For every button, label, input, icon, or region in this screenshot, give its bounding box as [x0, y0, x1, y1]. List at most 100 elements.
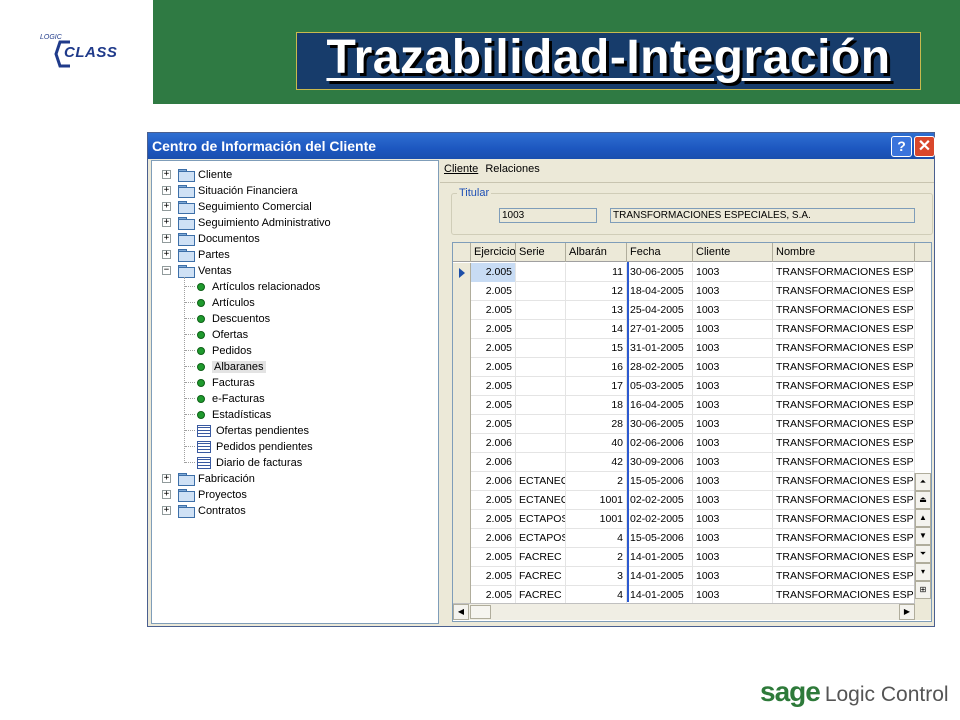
- table-cell[interactable]: 05-03-2005: [627, 377, 693, 396]
- table-cell[interactable]: 2.005: [471, 491, 516, 510]
- table-cell[interactable]: 1001: [566, 491, 627, 510]
- table-cell[interactable]: TRANSFORMACIONES ESPEC: [773, 434, 915, 453]
- table-cell[interactable]: 30-06-2005: [627, 415, 693, 434]
- column-header[interactable]: Fecha: [627, 243, 693, 262]
- table-cell[interactable]: 1003: [693, 510, 773, 529]
- table-cell[interactable]: 2.005: [471, 415, 516, 434]
- table-cell[interactable]: 40: [566, 434, 627, 453]
- scroll-page-up-icon[interactable]: ⏏: [915, 491, 931, 509]
- table-cell[interactable]: TRANSFORMACIONES ESPEC: [773, 339, 915, 358]
- table-cell[interactable]: TRANSFORMACIONES ESPEC: [773, 320, 915, 339]
- tree-item[interactable]: Ofertas pendientes: [185, 423, 309, 438]
- column-header[interactable]: Ejercicio: [471, 243, 516, 262]
- table-row[interactable]: 2.005 FACREC 3 14-01-2005 1003 TRANSFORMACION…: [453, 567, 915, 586]
- tree-item[interactable]: Artículos relacionados: [185, 279, 320, 294]
- scroll-down-icon[interactable]: ▼: [915, 527, 931, 545]
- tree-item[interactable]: + Fabricación: [162, 471, 255, 486]
- tree-item[interactable]: + Seguimiento Administrativo: [162, 215, 331, 230]
- titular-code-field[interactable]: 1003: [499, 208, 597, 223]
- table-cell[interactable]: 28-02-2005: [627, 358, 693, 377]
- table-cell[interactable]: 1003: [693, 396, 773, 415]
- table-cell[interactable]: TRANSFORMACIONES ESPEC: [773, 491, 915, 510]
- scroll-left-icon[interactable]: ◀: [453, 604, 469, 620]
- table-row[interactable]: 2.005 28 30-06-2005 1003 TRANSFORMACIONES ES…: [453, 415, 915, 434]
- tree-item[interactable]: e-Facturas: [185, 391, 265, 406]
- expand-icon[interactable]: +: [162, 474, 171, 483]
- table-row[interactable]: 2.005 13 25-04-2005 1003 TRANSFORMACIONES ES…: [453, 301, 915, 320]
- table-cell[interactable]: 18-04-2005: [627, 282, 693, 301]
- expand-icon[interactable]: +: [162, 170, 171, 179]
- table-cell[interactable]: 1003: [693, 434, 773, 453]
- expand-icon[interactable]: +: [162, 202, 171, 211]
- table-cell[interactable]: [516, 453, 566, 472]
- table-cell[interactable]: [516, 377, 566, 396]
- tree-item[interactable]: − Ventas: [162, 263, 232, 278]
- table-cell[interactable]: [516, 301, 566, 320]
- table-cell[interactable]: 1003: [693, 358, 773, 377]
- table-row[interactable]: 2.005 FACREC 2 14-01-2005 1003 TRANSFORMACION…: [453, 548, 915, 567]
- table-cell[interactable]: 30-06-2005: [627, 263, 693, 282]
- horizontal-scroll-thumb[interactable]: [470, 605, 491, 619]
- table-cell[interactable]: 13: [566, 301, 627, 320]
- table-cell[interactable]: 27-01-2005: [627, 320, 693, 339]
- table-cell[interactable]: 1001: [566, 510, 627, 529]
- table-cell[interactable]: ECTANEG: [516, 472, 566, 491]
- table-cell[interactable]: TRANSFORMACIONES ESPEC: [773, 263, 915, 282]
- table-cell[interactable]: FACREC: [516, 548, 566, 567]
- table-cell[interactable]: 14-01-2005: [627, 548, 693, 567]
- table-cell[interactable]: 1003: [693, 301, 773, 320]
- table-cell[interactable]: 2.005: [471, 510, 516, 529]
- table-cell[interactable]: 2.005: [471, 396, 516, 415]
- table-cell[interactable]: 25-04-2005: [627, 301, 693, 320]
- titular-name-field[interactable]: TRANSFORMACIONES ESPECIALES, S.A.: [610, 208, 915, 223]
- table-cell[interactable]: 4: [566, 529, 627, 548]
- scroll-right-icon[interactable]: ▶: [899, 604, 915, 620]
- expand-icon[interactable]: +: [162, 186, 171, 195]
- table-cell[interactable]: 16: [566, 358, 627, 377]
- table-row[interactable]: 2.005 ECTANEG 1001 02-02-2005 1003 TRANSFORMA…: [453, 491, 915, 510]
- table-cell[interactable]: TRANSFORMACIONES ESPEC: [773, 282, 915, 301]
- expand-icon[interactable]: +: [162, 490, 171, 499]
- table-cell[interactable]: 02-06-2006: [627, 434, 693, 453]
- tree-item[interactable]: Artículos: [185, 295, 255, 310]
- tree-item[interactable]: + Seguimiento Comercial: [162, 199, 312, 214]
- table-cell[interactable]: [516, 358, 566, 377]
- table-cell[interactable]: 12: [566, 282, 627, 301]
- table-cell[interactable]: ECTANEG: [516, 491, 566, 510]
- table-cell[interactable]: TRANSFORMACIONES ESPEC: [773, 529, 915, 548]
- tree-item[interactable]: + Partes: [162, 247, 230, 262]
- table-cell[interactable]: 1003: [693, 339, 773, 358]
- table-cell[interactable]: 2.006: [471, 472, 516, 491]
- expand-icon[interactable]: +: [162, 234, 171, 243]
- scroll-page-down-icon[interactable]: ⏷: [915, 545, 931, 563]
- table-cell[interactable]: TRANSFORMACIONES ESPEC: [773, 510, 915, 529]
- table-cell[interactable]: 1003: [693, 415, 773, 434]
- table-cell[interactable]: 42: [566, 453, 627, 472]
- horizontal-scrollbar[interactable]: ◀ ▶: [453, 603, 915, 620]
- table-cell[interactable]: [516, 263, 566, 282]
- table-cell[interactable]: 2: [566, 548, 627, 567]
- expand-icon[interactable]: +: [162, 250, 171, 259]
- grid-options-icon[interactable]: ⊞: [915, 581, 931, 599]
- tree-item[interactable]: + Proyectos: [162, 487, 247, 502]
- table-row[interactable]: 2.005 18 16-04-2005 1003 TRANSFORMACIONES ES…: [453, 396, 915, 415]
- table-row[interactable]: 2.005 ECTAPOS 1001 02-02-2005 1003 TRANSFORMA…: [453, 510, 915, 529]
- table-cell[interactable]: 11: [566, 263, 627, 282]
- table-cell[interactable]: 1003: [693, 548, 773, 567]
- table-cell[interactable]: 2.005: [471, 263, 516, 282]
- table-cell[interactable]: TRANSFORMACIONES ESPEC: [773, 472, 915, 491]
- table-cell[interactable]: 17: [566, 377, 627, 396]
- tree-item[interactable]: Estadísticas: [185, 407, 271, 422]
- table-cell[interactable]: 1003: [693, 282, 773, 301]
- table-cell[interactable]: 1003: [693, 491, 773, 510]
- table-cell[interactable]: 16-04-2005: [627, 396, 693, 415]
- table-cell[interactable]: 1003: [693, 320, 773, 339]
- scroll-last-icon[interactable]: ▾: [915, 563, 931, 581]
- table-row[interactable]: 2.005 11 30-06-2005 1003 TRANSFORMACIONES ES…: [453, 263, 915, 282]
- help-button[interactable]: ?: [891, 136, 912, 157]
- table-cell[interactable]: [516, 396, 566, 415]
- table-cell[interactable]: 14-01-2005: [627, 567, 693, 586]
- table-cell[interactable]: FACREC: [516, 567, 566, 586]
- tree-item[interactable]: Facturas: [185, 375, 255, 390]
- table-row[interactable]: 2.006 ECTAPOS 4 15-05-2006 1003 TRANSFORMACIO…: [453, 529, 915, 548]
